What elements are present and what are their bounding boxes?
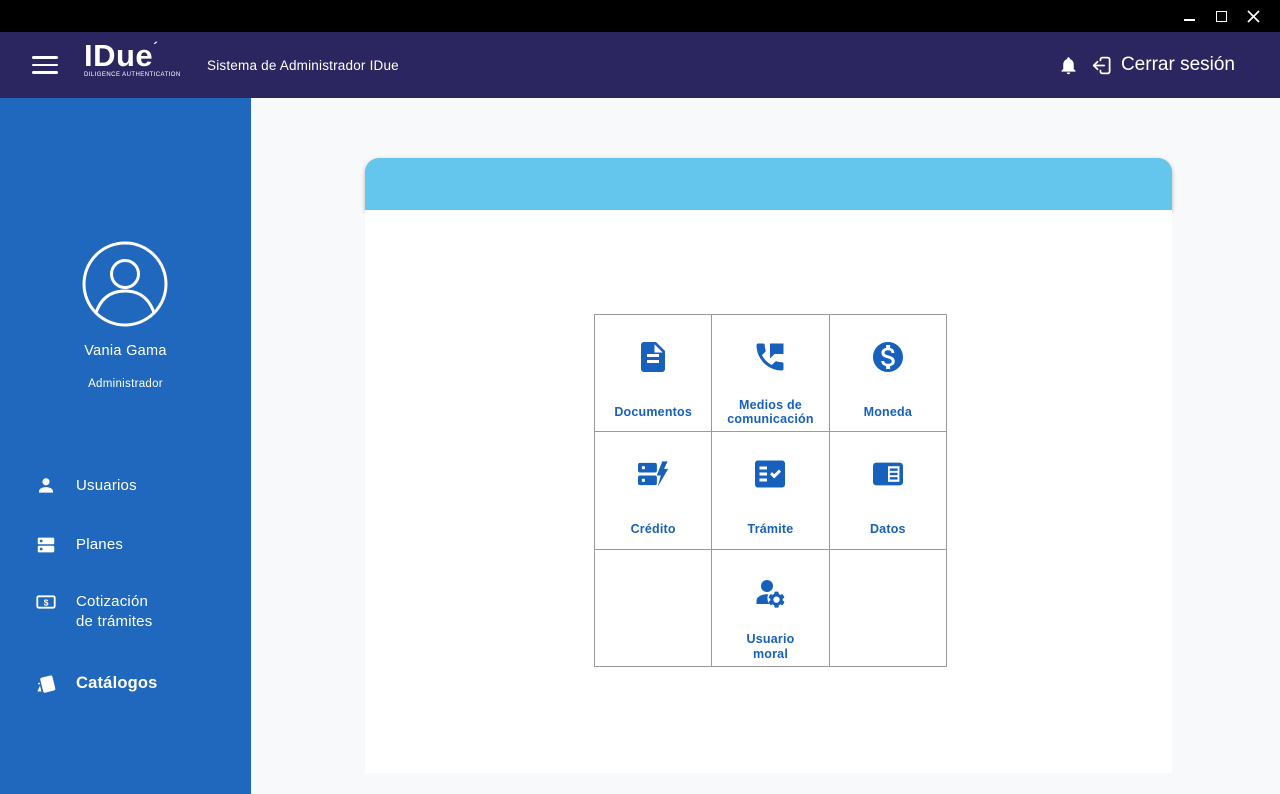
sidebar-item-usuarios[interactable]: Usuarios: [0, 474, 251, 498]
user-name: Vania Gama: [84, 343, 167, 359]
cell-label: Datos: [869, 522, 906, 537]
data-card-icon: [830, 456, 946, 492]
close-icon: [1246, 9, 1260, 23]
logout-button[interactable]: Cerrar sesión: [1089, 53, 1235, 78]
page-title: Sistema de Administrador IDue: [207, 57, 399, 73]
window-titlebar: [0, 0, 1280, 32]
header-actions: Cerrar sesión: [1058, 32, 1235, 98]
maximize-button[interactable]: [1206, 0, 1236, 32]
catalog-cell-usuario-moral[interactable]: Usuario moral: [712, 549, 830, 667]
checklist-icon: [712, 456, 828, 492]
catalog-grid: Documentos Medios de comunicación Moneda: [594, 314, 947, 667]
menu-button[interactable]: [32, 56, 58, 74]
user-settings-icon: [712, 574, 828, 610]
main-content: Documentos Medios de comunicación Moneda: [251, 98, 1280, 794]
avatar: [81, 240, 169, 328]
catalog-cell-moneda[interactable]: Moneda: [829, 315, 947, 433]
sidebar-item-label: Usuarios: [76, 477, 137, 494]
minimize-icon: [1183, 18, 1195, 21]
cell-label: Trámite: [747, 522, 794, 537]
logo-subtext: DILIGENCE AUTHENTICATION: [84, 72, 181, 78]
user-role: Administrador: [88, 378, 163, 390]
user-avatar-icon: [82, 241, 168, 327]
catalog-cell-empty: [595, 549, 713, 667]
app-header: IDue´ DILIGENCE AUTHENTICATION Sistema d…: [0, 32, 1280, 98]
maximize-icon: [1215, 10, 1227, 22]
logo-accent: ´: [153, 39, 159, 55]
cell-label: Crédito: [630, 522, 676, 537]
sidebar-item-planes[interactable]: Planes: [0, 533, 251, 557]
catalogs-icon: [34, 672, 58, 696]
document-icon: [595, 339, 711, 375]
catalog-cell-credito[interactable]: Crédito: [595, 432, 713, 550]
plans-icon: [34, 533, 58, 557]
minimize-button[interactable]: [1174, 0, 1204, 32]
sidebar-item-label: Catálogos: [76, 674, 158, 692]
logout-label: Cerrar sesión: [1120, 54, 1235, 75]
sidebar-item-label: Planes: [76, 536, 124, 553]
catalog-cell-medios-comunicacion[interactable]: Medios de comunicación: [712, 315, 830, 433]
currency-icon: [830, 339, 946, 375]
svg-text:$: $: [44, 597, 49, 607]
sidebar-item-cotizacion[interactable]: $ Cotización de trámites: [0, 590, 251, 632]
bell-icon: [1061, 56, 1076, 74]
cell-label: Medios de comunicación: [727, 397, 814, 426]
catalog-cell-documentos[interactable]: Documentos: [595, 315, 713, 433]
sidebar-item-label: Cotización de trámites: [76, 593, 153, 630]
catalog-cell-datos[interactable]: Datos: [829, 432, 947, 550]
person-icon: [34, 474, 58, 498]
cell-label: Moneda: [863, 404, 913, 419]
hamburger-icon: [32, 56, 58, 59]
cell-label: Documentos: [614, 404, 693, 419]
close-button[interactable]: [1238, 0, 1268, 32]
catalog-cell-tramite[interactable]: Trámite: [712, 432, 830, 550]
catalog-card: Documentos Medios de comunicación Moneda: [365, 210, 1172, 773]
logout-icon: [1092, 56, 1111, 74]
quote-icon: $: [34, 590, 58, 614]
credit-icon: [595, 456, 711, 492]
logo-text: IDue´: [84, 38, 159, 73]
sidebar: Vania Gama Administrador Usuarios Planes: [0, 98, 251, 794]
catalog-cell-empty: [829, 549, 947, 667]
cell-label: Usuario moral: [746, 632, 795, 661]
phone-message-icon: [712, 339, 828, 375]
catalog-banner: [365, 158, 1172, 210]
sidebar-item-catalogos[interactable]: Catálogos: [0, 672, 251, 696]
app-logo: IDue´ DILIGENCE AUTHENTICATION: [84, 38, 181, 78]
notifications-button[interactable]: [1058, 55, 1079, 76]
